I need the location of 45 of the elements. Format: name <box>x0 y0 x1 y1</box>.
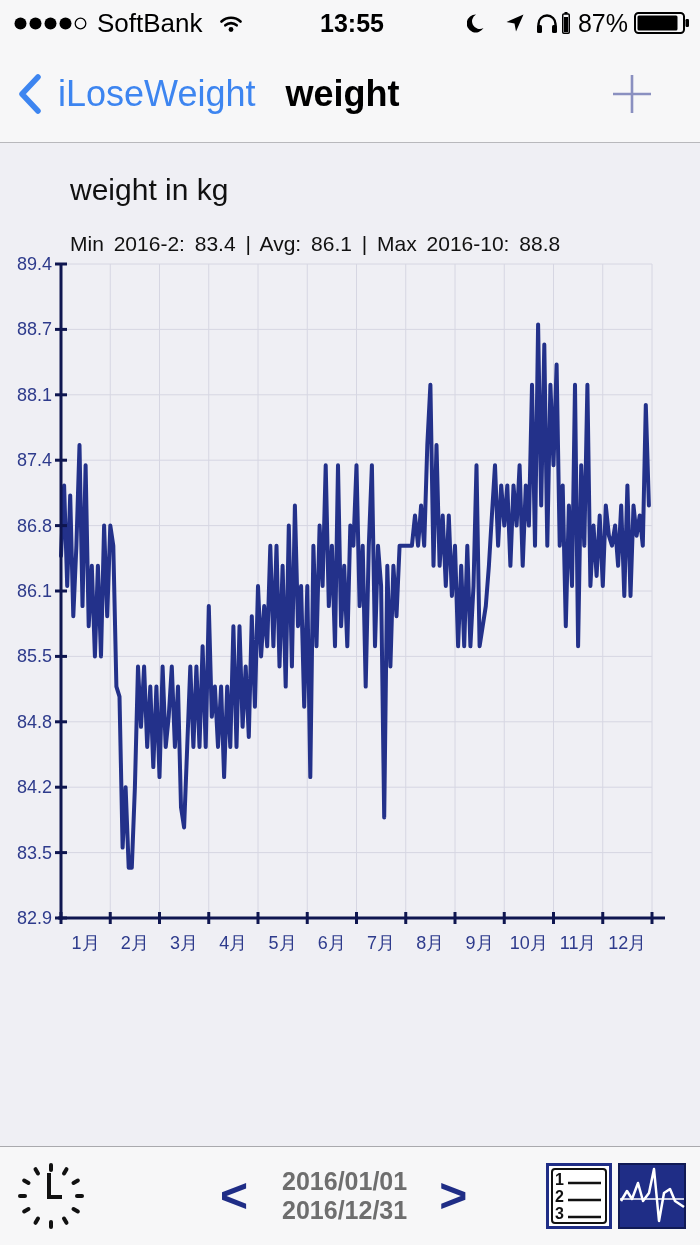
x-axis-label: 7月 <box>367 933 396 953</box>
headphones-icon <box>535 13 558 33</box>
chart-title: weight in kg <box>69 173 230 207</box>
x-axis-label: 11月 <box>559 933 597 953</box>
x-axis-label: 1月 <box>71 933 100 953</box>
chevron-left-icon <box>18 74 42 114</box>
y-axis-label: 82.9 <box>16 908 52 928</box>
y-axis-label: 89.4 <box>16 255 52 274</box>
x-axis-label: 2月 <box>120 933 149 953</box>
chart-summary: Min 2016-2: 83.4 | Avg: 86.1 | Max 2016-10: 88.8 <box>69 233 562 255</box>
wifi-icon <box>219 14 242 32</box>
add-icon[interactable] <box>612 74 652 114</box>
next-button[interactable]: > <box>439 1171 468 1221</box>
clock-icon[interactable] <box>18 1163 84 1229</box>
x-axis-label: 6月 <box>317 933 346 953</box>
y-axis-label: 84.2 <box>16 777 52 798</box>
x-axis-label: 4月 <box>219 933 248 953</box>
status-time: 13:55 <box>320 8 384 38</box>
battery-icon <box>634 12 690 34</box>
numbered-list-icon[interactable]: 1 2 3 <box>546 1163 612 1229</box>
line-chart-icon[interactable] <box>618 1163 686 1229</box>
y-axis-label: 84.8 <box>16 711 52 732</box>
moon-icon <box>466 13 484 33</box>
screen-title: weight <box>285 73 400 115</box>
x-axis-label: 12月 <box>608 933 647 953</box>
x-axis-label: 10月 <box>509 933 548 953</box>
location-arrow-icon <box>505 14 524 32</box>
signal-dots-icon <box>14 16 88 30</box>
y-axis-label: 87.4 <box>16 450 52 471</box>
x-axis-label: 3月 <box>170 933 199 953</box>
carrier-name: SoftBank <box>97 7 203 39</box>
battery-percentage: 87% <box>577 8 628 38</box>
x-axis-label: 5月 <box>268 933 297 953</box>
y-axis-label: 86.1 <box>16 581 52 601</box>
y-axis-label: 86.8 <box>16 515 52 536</box>
start-date: 2016/01/01 <box>282 1167 408 1196</box>
end-date: 2016/12/31 <box>282 1196 408 1225</box>
previous-button[interactable]: < <box>220 1171 249 1221</box>
x-axis-label: 8月 <box>416 933 445 953</box>
y-axis-label: 88.1 <box>16 384 52 405</box>
small-battery-icon <box>561 12 570 34</box>
y-axis-label: 83.5 <box>16 842 52 863</box>
y-axis-label: 85.5 <box>16 646 52 667</box>
y-axis-label: 88.7 <box>16 319 52 340</box>
x-axis-label: 9月 <box>465 933 494 953</box>
